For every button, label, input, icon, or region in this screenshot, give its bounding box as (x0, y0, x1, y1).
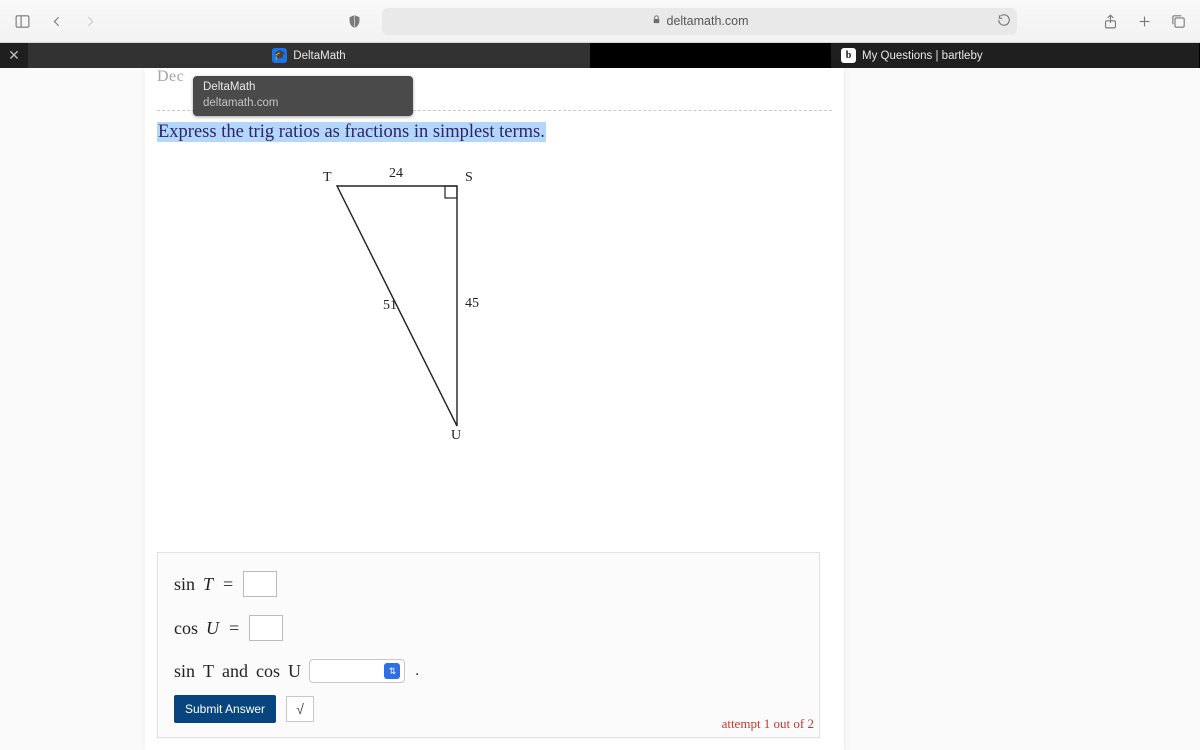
partial-header-text: Dec (157, 68, 184, 85)
equals-sign: = (223, 574, 233, 595)
tab-bartleby-label: My Questions | bartleby (862, 50, 983, 62)
vertex-T-label: T (323, 170, 332, 186)
submit-button[interactable]: Submit Answer (174, 695, 276, 723)
answer-card: sin T = cos U = sin T and cos U (157, 552, 820, 738)
tabs-overview-icon[interactable] (1164, 7, 1192, 35)
share-icon[interactable] (1096, 7, 1124, 35)
answer-row-cosU: cos U = (174, 615, 803, 641)
problem-panel: Dec DeltaMath deltamath.com Express the … (145, 68, 845, 750)
fn-label: cos (174, 618, 198, 639)
fn-label: sin (174, 574, 195, 595)
side-top-label: 24 (389, 166, 403, 182)
tab-deltamath[interactable]: 🎓 DeltaMath (28, 43, 591, 68)
tooltip-title: DeltaMath (203, 80, 403, 96)
tab-tooltip: DeltaMath deltamath.com (193, 76, 413, 116)
bartleby-favicon-icon: b (841, 48, 856, 63)
page-content: Dec DeltaMath deltamath.com Express the … (0, 68, 1200, 750)
attempt-counter: attempt 1 out of 2 (722, 716, 814, 732)
tab-gap (591, 43, 831, 68)
question-prompt: Express the trig ratios as fractions in … (157, 122, 546, 142)
browser-toolbar: deltamath.com (0, 0, 1200, 43)
equals-sign: = (229, 618, 239, 639)
sidebar-toggle-icon[interactable] (8, 7, 36, 35)
address-bar[interactable]: deltamath.com (382, 8, 1017, 35)
side-hyp-label: 51 (383, 298, 397, 314)
privacy-shield-icon[interactable] (340, 7, 368, 35)
and-label: and (222, 661, 248, 682)
relation-row: sin T and cos U . (174, 659, 803, 683)
triangle-figure: T S U 24 45 51 (327, 176, 527, 446)
tab-bartleby[interactable]: b My Questions | bartleby (831, 43, 1200, 68)
vertex-S-label: S (465, 170, 473, 186)
side-right-label: 45 (465, 296, 479, 312)
forward-icon (76, 7, 104, 35)
angle-label: U (206, 618, 219, 639)
fn2-label: cos (256, 661, 280, 682)
address-text: deltamath.com (667, 14, 749, 28)
tab-strip: ✕ 🎓 DeltaMath b My Questions | bartleby (0, 43, 1200, 68)
sinT-input[interactable] (243, 571, 277, 597)
sqrt-button[interactable]: √ (286, 696, 314, 722)
angle-label: T (203, 574, 213, 595)
back-icon[interactable] (42, 7, 70, 35)
reload-icon[interactable] (997, 13, 1011, 30)
lock-icon (651, 14, 662, 28)
a1-label: T (203, 661, 214, 682)
period: . (415, 662, 419, 680)
relation-select[interactable] (309, 659, 405, 683)
answer-row-sinT: sin T = (174, 571, 803, 597)
deltamath-favicon-icon: 🎓 (272, 48, 287, 63)
tooltip-subtitle: deltamath.com (203, 96, 403, 112)
vertex-U-label: U (451, 428, 461, 444)
a2-label: U (288, 661, 301, 682)
new-tab-icon[interactable] (1130, 7, 1158, 35)
tab-deltamath-label: DeltaMath (293, 50, 345, 62)
cosU-input[interactable] (249, 615, 283, 641)
select-caret-icon (384, 663, 400, 679)
close-tab-icon[interactable]: ✕ (0, 43, 28, 68)
fn1-label: sin (174, 661, 195, 682)
